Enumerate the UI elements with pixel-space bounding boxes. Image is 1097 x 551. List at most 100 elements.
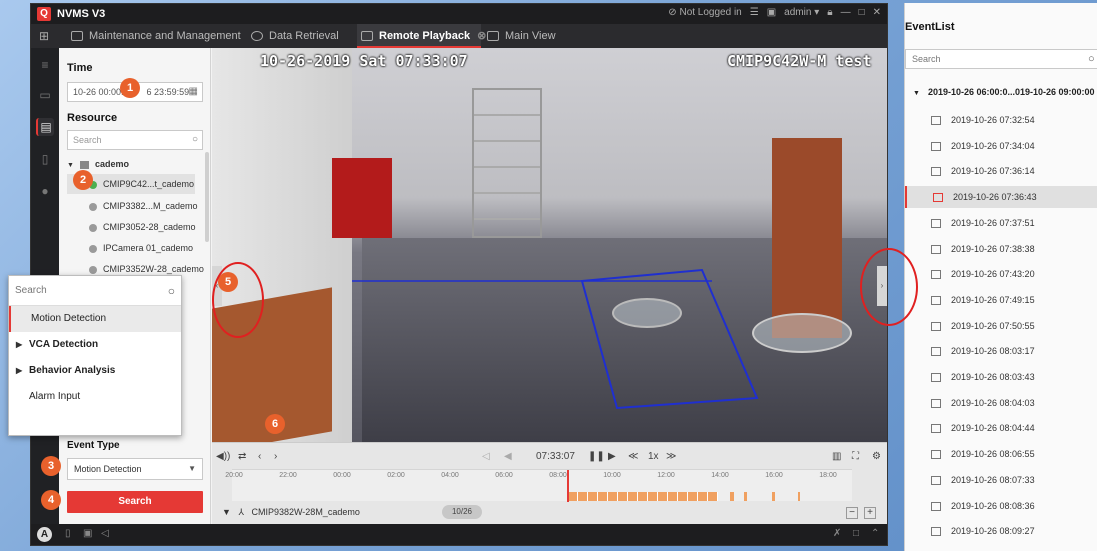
event-row[interactable]: 2019-10-26 08:03:17 xyxy=(905,340,1097,362)
event-row[interactable]: 2019-10-26 07:38:38 xyxy=(905,238,1097,260)
event-row[interactable]: 2019-10-26 08:04:03 xyxy=(905,392,1097,414)
event-group[interactable]: ▼ 2019-10-26 06:00:0...019-10-26 09:00:00 xyxy=(913,87,1095,97)
menu-icon[interactable]: ☰ xyxy=(750,7,759,18)
event-row[interactable]: 2019-10-26 08:07:33 xyxy=(905,469,1097,491)
event-row[interactable]: 2019-10-26 08:10:08 xyxy=(905,546,1097,551)
highlight-ring xyxy=(860,248,918,326)
event-time: 2019-10-26 07:34:04 xyxy=(951,141,1035,151)
alert-icon[interactable]: A xyxy=(37,527,52,542)
expand-icon[interactable]: ▼ xyxy=(67,162,74,169)
prev-page-icon[interactable]: ‹ xyxy=(258,451,261,462)
zoom-out-icon[interactable]: − xyxy=(846,507,858,519)
tree-scrollbar[interactable] xyxy=(205,152,209,242)
next-page-icon[interactable]: › xyxy=(274,451,277,462)
event-list-title: EventList xyxy=(905,21,955,33)
tab-close-icon[interactable]: ⊗ xyxy=(477,30,486,42)
tree-camera-item[interactable]: CMIP3052-28_cademo xyxy=(67,217,196,237)
collapse-up-icon[interactable]: ⌃ xyxy=(871,528,879,539)
tree-camera-item[interactable]: CMIP3382...M_cademo xyxy=(67,196,198,216)
dropdown-item-motion-detection[interactable]: Motion Detection xyxy=(9,306,181,332)
window-icon[interactable]: □ xyxy=(853,528,859,539)
rewind-icon[interactable]: ◀ xyxy=(504,451,512,462)
event-row[interactable]: 2019-10-26 08:09:27 xyxy=(905,520,1097,542)
recording-segment xyxy=(798,492,800,501)
event-row[interactable]: 2019-10-26 07:34:04 xyxy=(905,135,1097,157)
slow-down-icon[interactable]: ≪ xyxy=(628,451,638,462)
gear-icon[interactable]: ⚙ xyxy=(872,451,881,462)
chevron-right-icon[interactable]: ▶ xyxy=(16,332,22,358)
date-pill[interactable]: 10/26 xyxy=(442,505,482,519)
event-time: 2019-10-26 08:03:43 xyxy=(951,372,1035,382)
event-row[interactable]: 2019-10-26 07:36:14 xyxy=(905,160,1097,182)
tab-data-retrieval[interactable]: Data Retrieval xyxy=(251,24,351,48)
event-type-select[interactable]: Motion Detection ▼ xyxy=(67,458,203,480)
event-row[interactable]: 2019-10-26 07:32:54 xyxy=(905,109,1097,131)
search-button[interactable]: Search xyxy=(67,491,203,513)
event-row[interactable]: 2019-10-26 07:36:43 xyxy=(905,186,1097,208)
app-logo-icon: Q xyxy=(37,7,51,21)
dropdown-search-input[interactable]: Search ○ xyxy=(9,276,181,306)
timeline-camera-bar: ▼ ⅄ CMIP9382W-28M_cademo xyxy=(222,507,360,518)
event-row[interactable]: 2019-10-26 08:04:44 xyxy=(905,417,1097,439)
playback-speed: 1x xyxy=(648,451,659,462)
user-name: admin xyxy=(784,7,812,18)
tree-icon[interactable]: ⅄ xyxy=(238,507,244,517)
zoom-in-icon[interactable]: + xyxy=(864,507,876,519)
nav-device-icon[interactable]: ▯ xyxy=(36,150,54,168)
tree-camera-item[interactable]: IPCamera 01_cademo xyxy=(67,238,193,258)
event-row[interactable]: 2019-10-26 07:43:20 xyxy=(905,263,1097,285)
resource-search-input[interactable]: Search ○ xyxy=(67,130,203,150)
split-screen-icon[interactable]: ▥ xyxy=(832,451,841,462)
nav-menu-icon[interactable]: ≡ xyxy=(36,56,54,74)
event-time: 2019-10-26 08:07:33 xyxy=(951,475,1035,485)
recording-segment xyxy=(744,492,747,501)
lock-icon[interactable]: 🔒︎ xyxy=(827,7,832,18)
tab-maintenance[interactable]: Maintenance and Management xyxy=(71,24,241,48)
minimize-icon[interactable]: — xyxy=(841,7,851,18)
maximize-icon[interactable]: □ xyxy=(859,7,865,18)
trash-icon[interactable]: ▯ xyxy=(65,528,71,539)
video-clip-icon xyxy=(931,424,941,434)
search-icon[interactable]: ○ xyxy=(192,131,198,149)
close-icon[interactable]: ✕ xyxy=(873,7,881,18)
fullscreen-icon[interactable]: ⛶ xyxy=(852,451,859,462)
playback-video[interactable]: 10-26-2019 Sat 07:33:07 CMIP9C42W-M test… xyxy=(212,48,887,442)
sound-icon[interactable]: ◁ xyxy=(101,528,109,539)
calendar-icon[interactable]: ▦ xyxy=(189,83,198,101)
adjust-icon[interactable]: ⇄ xyxy=(238,451,246,462)
event-row[interactable]: 2019-10-26 07:50:55 xyxy=(905,315,1097,337)
expand-icon[interactable]: ▼ xyxy=(913,90,920,97)
chevron-right-icon[interactable]: ▶ xyxy=(16,358,22,384)
dropdown-item-vca-detection[interactable]: ▶ VCA Detection xyxy=(9,332,181,358)
home-grid-icon[interactable]: ⊞ xyxy=(39,29,49,43)
nav-playback-icon[interactable]: ▤ xyxy=(36,118,54,136)
pin-icon[interactable]: ✗ xyxy=(833,528,841,539)
step-back-icon[interactable]: ◁ xyxy=(482,451,490,462)
image-icon[interactable]: ▣ xyxy=(83,528,92,539)
search-icon[interactable]: ○ xyxy=(168,276,175,306)
event-row[interactable]: 2019-10-26 07:37:51 xyxy=(905,212,1097,234)
screenshot-icon[interactable]: ▣ xyxy=(767,7,776,18)
step-forward-icon[interactable]: ▶ xyxy=(608,451,616,462)
search-icon[interactable]: ○ xyxy=(1088,50,1095,68)
tab-remote-playback[interactable]: Remote Playback ⊗ xyxy=(357,24,486,48)
filter-icon[interactable]: ▼ xyxy=(222,507,231,517)
nav-settings-icon[interactable]: ● xyxy=(36,182,54,200)
event-search-input[interactable]: Search ○ xyxy=(905,49,1097,69)
dropdown-item-behavior-analysis[interactable]: ▶ Behavior Analysis xyxy=(9,358,181,384)
tab-main-view[interactable]: Main View xyxy=(487,24,577,48)
speed-up-icon[interactable]: ≫ xyxy=(666,451,676,462)
login-status[interactable]: ⊘ Not Logged in xyxy=(668,7,741,18)
event-row[interactable]: 2019-10-26 07:49:15 xyxy=(905,289,1097,311)
event-row[interactable]: 2019-10-26 08:06:55 xyxy=(905,443,1097,465)
event-time: 2019-10-26 08:08:36 xyxy=(951,501,1035,511)
pause-icon[interactable]: ❚❚ xyxy=(588,451,605,462)
dropdown-item-alarm-input[interactable]: Alarm Input xyxy=(9,384,181,410)
timeline-cursor[interactable] xyxy=(567,470,569,502)
event-row[interactable]: 2019-10-26 08:08:36 xyxy=(905,495,1097,517)
playback-timeline[interactable]: 20:00 22:00 00:00 02:00 04:00 06:00 08:0… xyxy=(225,469,852,502)
event-row[interactable]: 2019-10-26 08:03:43 xyxy=(905,366,1097,388)
volume-icon[interactable]: ◀)) xyxy=(216,451,230,462)
nav-live-icon[interactable]: ▭ xyxy=(36,86,54,104)
user-menu[interactable]: admin ▾ xyxy=(784,7,819,18)
